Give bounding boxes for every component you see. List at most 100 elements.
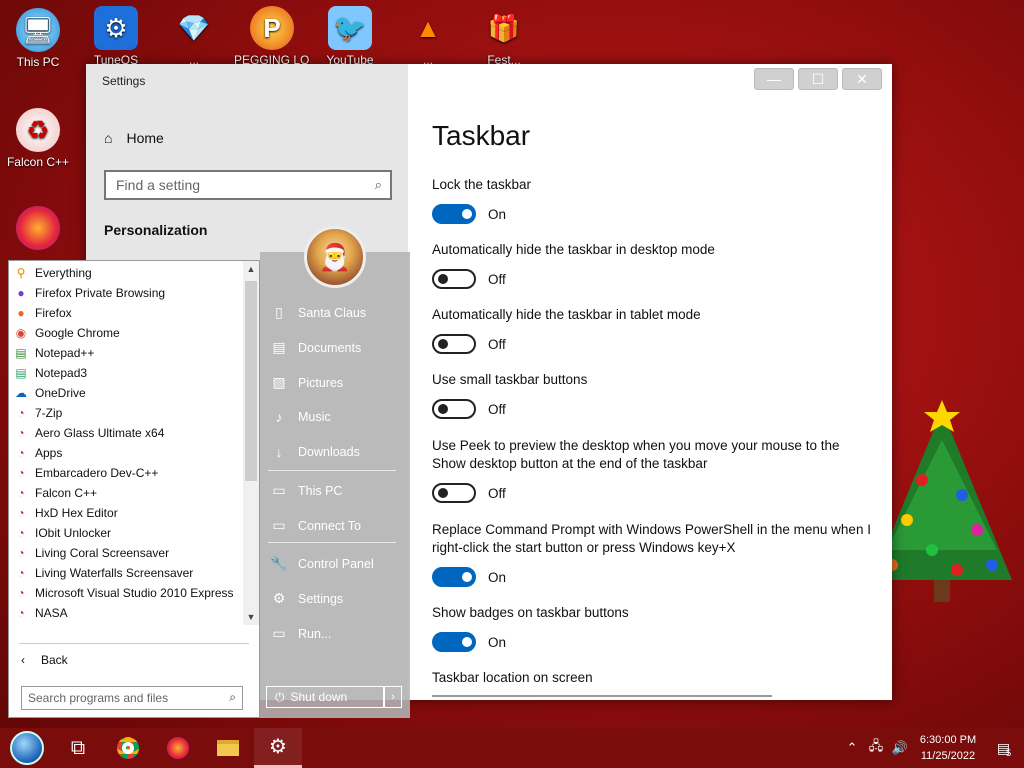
place-label: Pictures (298, 375, 344, 390)
program-label: Notepad++ (35, 346, 95, 360)
program-list-scrollbar[interactable]: ▲ ▼ (243, 261, 259, 625)
shutdown-button[interactable]: ⏻ Shut down (266, 686, 384, 708)
close-button[interactable]: ✕ (842, 68, 882, 90)
list-item[interactable]: ⚲ Everything (9, 263, 243, 283)
minimize-button[interactable]: — (754, 68, 794, 90)
list-item[interactable]: ◉ Google Chrome (9, 323, 243, 343)
chevron-up-icon[interactable]: ⌃ (840, 740, 864, 756)
back-button[interactable]: ‹ Back (21, 653, 68, 667)
list-item[interactable]: ◔ Aero Glass Ultimate x64 (9, 423, 243, 443)
scrollbar-thumb[interactable] (245, 281, 257, 481)
file-explorer-icon (217, 740, 239, 756)
toggle-switch[interactable] (432, 334, 476, 354)
list-item[interactable]: ◔ Falcon C++ (9, 483, 243, 503)
document-icon: ▤ (272, 339, 286, 355)
list-item[interactable]: ◔ 7-Zip (9, 403, 243, 423)
p-icon: P (250, 6, 294, 50)
list-item[interactable]: ◔ Microsoft Visual Studio 2010 Express (9, 583, 243, 603)
taskbar-settings[interactable]: ⚙ (254, 728, 302, 768)
firefox-icon (167, 737, 189, 759)
toggle-state-label: Off (488, 271, 506, 287)
desktop-icon-tuneos[interactable]: ⚙ TuneOS (78, 6, 154, 67)
program-search-input[interactable]: Search programs and files ⌕ (21, 686, 243, 710)
list-item[interactable]: ◔ NASA (9, 603, 243, 623)
shutdown-options-button[interactable]: › (384, 686, 402, 708)
list-item[interactable]: ▤ Notepad++ (9, 343, 243, 363)
task-view-button[interactable]: ⧉ (54, 728, 102, 768)
desktop-icon-falcon[interactable]: ♻ Falcon C++ (0, 108, 76, 169)
gear-icon: ⚙ (94, 6, 138, 50)
desktop-icon-cone[interactable]: ▲ ... (390, 6, 466, 68)
toggle-state-label: On (488, 206, 507, 222)
divider (268, 470, 396, 471)
toggle-switch[interactable] (432, 204, 476, 224)
desktop-icon-firefox[interactable] (0, 206, 76, 253)
place-documents[interactable]: ▤ Documents (270, 339, 361, 356)
list-item[interactable]: ● Firefox (9, 303, 243, 323)
scroll-down-icon[interactable]: ▼ (243, 609, 259, 625)
desktop-icon-diamond[interactable]: 💎 ... (156, 6, 232, 68)
toggle-switch[interactable] (432, 483, 476, 503)
clock[interactable]: 6:30:00 PM 11/25/2022 (912, 732, 984, 764)
private-mask-icon: ● (17, 286, 25, 300)
place-run[interactable]: ▭ Run... (270, 625, 331, 642)
place-connect-to[interactable]: ▭ Connect To (270, 517, 361, 534)
desktop-icon-gift[interactable]: 🎁 Fest... (466, 6, 542, 68)
list-item[interactable]: ▤ Notepad3 (9, 363, 243, 383)
program-label: Firefox (35, 306, 72, 320)
location-dropdown[interactable] (432, 695, 772, 701)
desktop-icon-this-pc[interactable]: 🖥 This PC (0, 8, 76, 69)
list-item[interactable]: ☁ OneDrive (9, 383, 243, 403)
nav-home[interactable]: ⌂ Home (104, 130, 164, 146)
list-item[interactable]: ● Firefox Private Browsing (9, 283, 243, 303)
desktop-icon-youtube[interactable]: 🐦 YouTube (312, 6, 388, 67)
scroll-up-icon[interactable]: ▲ (243, 261, 259, 277)
chrome-icon: ◉ (15, 326, 27, 340)
start-menu-programs-pane: ⚲ Everything ● Firefox Private Browsing ● F… (8, 260, 260, 718)
program-label: Falcon C++ (35, 486, 98, 500)
program-label: Living Coral Screensaver (35, 546, 170, 560)
window-title: Settings (102, 74, 146, 88)
place-settings[interactable]: ⚙ Settings (270, 590, 343, 607)
place-pictures[interactable]: ▧ Pictures (270, 374, 343, 391)
place-label: Downloads (298, 445, 360, 459)
list-item[interactable]: ◔ HxD Hex Editor (9, 503, 243, 523)
network-icon[interactable]: 🖧 (864, 737, 888, 759)
start-button[interactable] (0, 728, 54, 768)
taskbar-file-explorer[interactable] (204, 728, 252, 768)
setting-label: Replace Command Prompt with Windows Powe… (432, 522, 871, 555)
list-item[interactable]: ◔ Apps (9, 443, 243, 463)
list-item[interactable]: ◔ Living Coral Screensaver (9, 543, 243, 563)
place-user[interactable]: ▯ Santa Claus (270, 304, 366, 321)
setting-badges: Show badges on taskbar buttons On (432, 604, 872, 652)
setting-powershell: Replace Command Prompt with Windows Powe… (432, 521, 872, 587)
maximize-button[interactable]: ☐ (798, 68, 838, 90)
place-this-pc[interactable]: ▭ This PC (270, 482, 342, 499)
connect-icon: ▭ (272, 517, 286, 533)
start-orb-icon (10, 731, 44, 765)
toggle-switch[interactable] (432, 399, 476, 419)
place-downloads[interactable]: ↓ Downloads (270, 444, 360, 460)
chrome-icon (117, 737, 139, 759)
folder-app-icon: ◔ (17, 426, 25, 440)
taskbar-chrome[interactable] (104, 728, 152, 768)
list-item[interactable]: ◔ Embarcadero Dev-C++ (9, 463, 243, 483)
volume-icon[interactable]: 🔊 (888, 740, 912, 756)
setting-label: Automatically hide the taskbar in tablet… (432, 307, 701, 322)
desktop-icon-pegging[interactable]: P PEGGING LOL (234, 6, 310, 67)
toggle-switch[interactable] (432, 567, 476, 587)
setting-label: Use small taskbar buttons (432, 372, 588, 387)
find-setting-input[interactable]: Find a setting ⌕ (104, 170, 392, 200)
toggle-switch[interactable] (432, 269, 476, 289)
list-item[interactable]: ◔ IObit Unlocker (9, 523, 243, 543)
notification-button[interactable]: ▤ 5 (984, 728, 1024, 768)
program-label: Embarcadero Dev-C++ (35, 466, 159, 480)
avatar[interactable]: 🎅 (304, 226, 366, 288)
shutdown-label: Shut down (290, 690, 348, 704)
place-music[interactable]: ♪ Music (270, 409, 331, 425)
taskbar-firefox[interactable] (154, 728, 202, 768)
list-item[interactable]: ◔ Living Waterfalls Screensaver (9, 563, 243, 583)
place-control-panel[interactable]: 🔧 Control Panel (270, 555, 373, 572)
toggle-state-label: On (488, 634, 507, 650)
toggle-switch[interactable] (432, 632, 476, 652)
